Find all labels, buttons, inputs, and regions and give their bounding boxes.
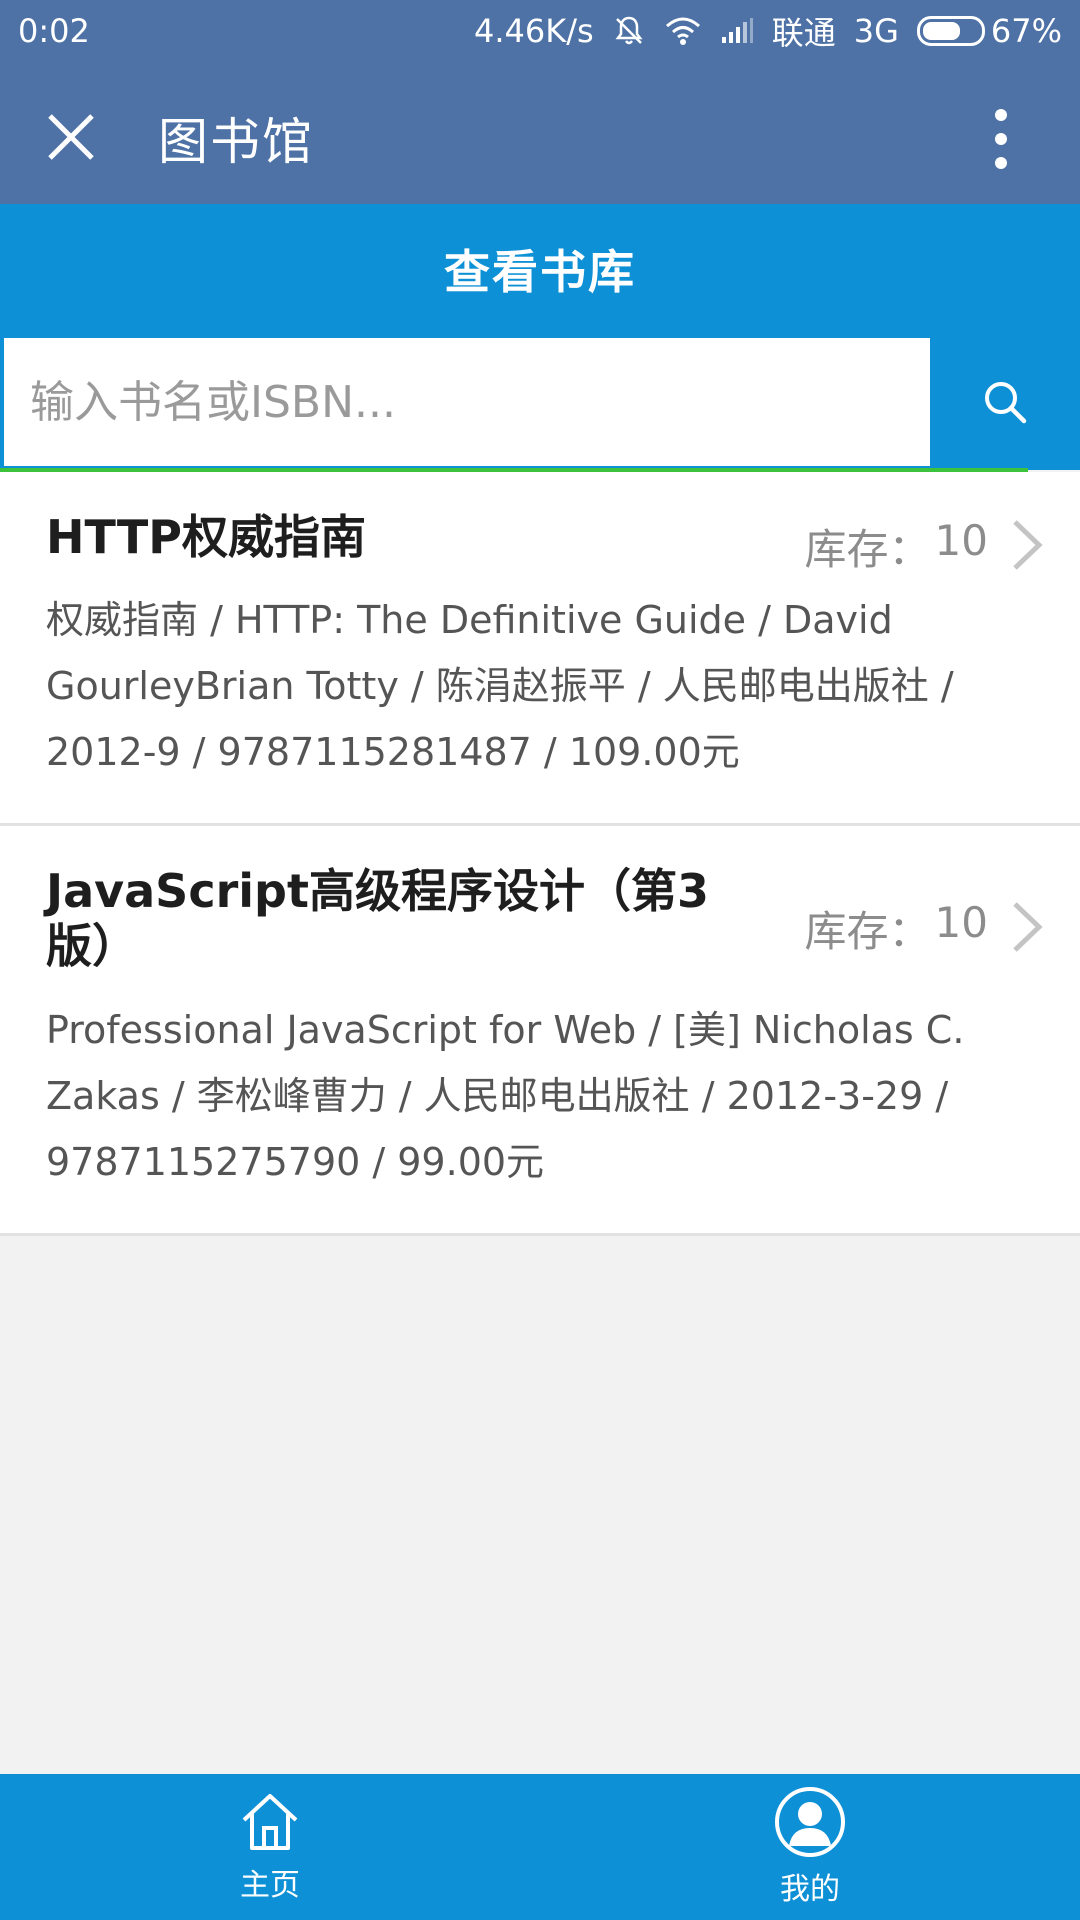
close-button[interactable] (38, 104, 104, 170)
network-type: 3G (853, 12, 899, 50)
chevron-right-icon (1013, 520, 1043, 570)
book-details: 权威指南 / HTTP: The Definitive Guide / Davi… (46, 598, 954, 775)
section-header: 查看书库 (0, 204, 1080, 334)
close-icon (48, 114, 94, 160)
home-icon (242, 1794, 298, 1850)
battery-indicator: 67% (916, 12, 1062, 50)
wifi-icon (664, 16, 702, 46)
book-details: Professional JavaScript for Web / [美] Ni… (46, 1007, 965, 1184)
user-icon (775, 1787, 845, 1857)
nav-item-profile[interactable]: 我的 (540, 1774, 1080, 1920)
app-bar: 图书馆 (0, 62, 1080, 204)
stock-value: 10 (934, 898, 988, 948)
mute-bell-icon (612, 14, 646, 48)
search-button[interactable] (934, 338, 1076, 466)
book-list: HTTP权威指南 库存： 10 权威指南 / HTTP: The Definit… (0, 472, 1080, 1236)
bottom-nav: 主页 我的 (0, 1774, 1080, 1920)
stock-label: 库存： (804, 525, 931, 574)
app-title: 图书馆 (158, 113, 314, 171)
stock-label: 库存： (804, 907, 931, 957)
nav-label-home: 主页 (240, 1868, 300, 1903)
stock-count: 库存： 10 (805, 898, 988, 959)
book-list-item[interactable]: HTTP权威指南 库存： 10 权威指南 / HTTP: The Definit… (0, 472, 1080, 827)
book-title: HTTP权威指南 (46, 510, 367, 564)
book-title: JavaScript高级程序设计（第3版） (46, 864, 709, 974)
status-bar: 0:02 4.46K/s 联通 3G 67% (0, 0, 1080, 62)
battery-icon (916, 16, 985, 46)
search-bar (0, 334, 1080, 470)
stock-value: 10 (934, 516, 988, 565)
carrier-name: 联通 (771, 14, 836, 52)
status-indicators: 4.46K/s 联通 3G 67% (474, 8, 1062, 54)
nav-item-home[interactable]: 主页 (0, 1774, 540, 1920)
nav-label-profile: 我的 (780, 1872, 840, 1907)
more-vert-icon (995, 109, 1007, 169)
search-icon (985, 382, 1027, 424)
battery-percent: 67% (990, 12, 1062, 50)
search-input[interactable] (4, 338, 930, 466)
section-title: 查看书库 (444, 245, 636, 299)
network-speed: 4.46K/s (474, 12, 594, 50)
chevron-right-icon (1013, 902, 1043, 952)
stock-count: 库存： 10 (805, 516, 988, 577)
more-options-button[interactable] (966, 94, 1036, 184)
status-time: 0:02 (18, 12, 90, 50)
signal-icon (720, 17, 754, 45)
book-list-item[interactable]: JavaScript高级程序设计（第3版） 库存： 10 Professiona… (0, 826, 1080, 1236)
